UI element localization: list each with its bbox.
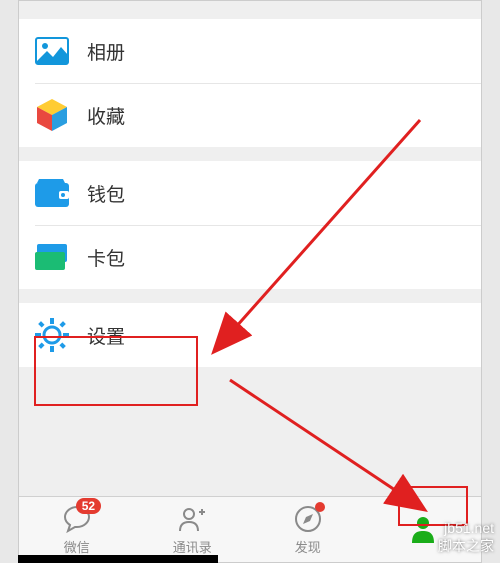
compass-icon bbox=[293, 504, 323, 534]
menu-label: 卡包 bbox=[87, 244, 125, 271]
menu-item-wallet[interactable]: 钱包 bbox=[19, 161, 481, 225]
app-frame: 相册 收藏 钱包 bbox=[18, 0, 482, 563]
menu-item-cards[interactable]: 卡包 bbox=[19, 225, 481, 289]
contacts-icon bbox=[177, 504, 207, 534]
menu-label: 相册 bbox=[87, 38, 125, 65]
tab-bar: 52 微信 通讯录 发现 bbox=[19, 496, 481, 562]
menu-label: 收藏 bbox=[87, 102, 125, 129]
menu-label: 设置 bbox=[87, 322, 125, 349]
image-icon bbox=[35, 34, 69, 68]
chat-bubble-icon: 52 bbox=[62, 504, 92, 534]
tab-contacts[interactable]: 通讯录 bbox=[135, 497, 251, 562]
cube-icon bbox=[35, 98, 69, 132]
watermark-text: 脚本之家 bbox=[438, 537, 494, 555]
menu-item-album[interactable]: 相册 bbox=[19, 19, 481, 83]
watermark-url: jb51.net bbox=[438, 519, 494, 537]
menu-item-favorites[interactable]: 收藏 bbox=[19, 83, 481, 147]
person-icon bbox=[408, 513, 438, 543]
decorative-strip bbox=[18, 555, 218, 563]
menu-group-1: 相册 收藏 bbox=[19, 19, 481, 147]
menu-group-2: 钱包 卡包 bbox=[19, 161, 481, 289]
wallet-icon bbox=[35, 176, 69, 210]
tab-wechat[interactable]: 52 微信 bbox=[19, 497, 135, 562]
watermark: jb51.net 脚本之家 bbox=[438, 519, 494, 555]
tab-label: 通讯录 bbox=[173, 537, 212, 556]
menu-group-3: 设置 bbox=[19, 303, 481, 367]
tab-label: 微信 bbox=[64, 537, 90, 556]
tab-discover[interactable]: 发现 bbox=[250, 497, 366, 562]
menu-label: 钱包 bbox=[87, 180, 125, 207]
notification-dot bbox=[315, 502, 325, 512]
badge-count: 52 bbox=[76, 498, 101, 514]
menu-item-settings[interactable]: 设置 bbox=[19, 303, 481, 367]
gear-icon bbox=[35, 318, 69, 352]
tab-label: 发现 bbox=[295, 537, 321, 556]
card-pack-icon bbox=[35, 240, 69, 274]
